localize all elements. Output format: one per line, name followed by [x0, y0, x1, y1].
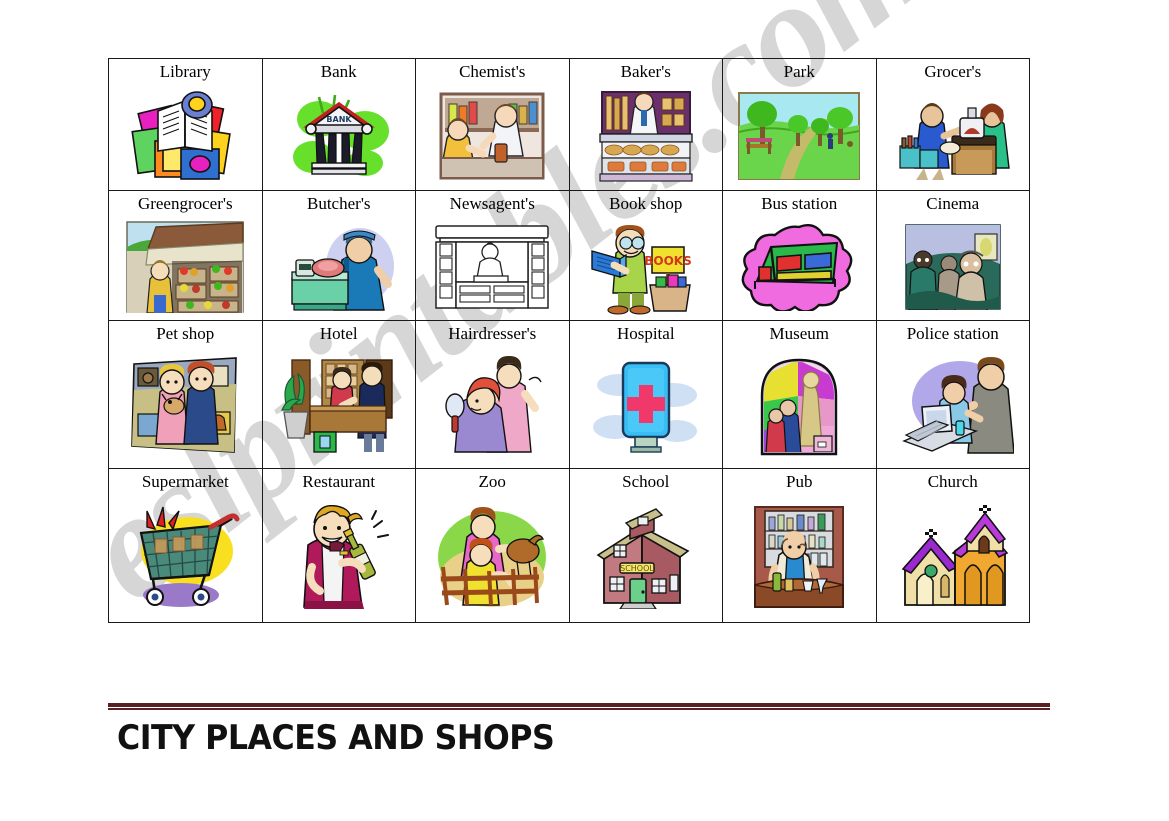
svg-text:SCHOOL: SCHOOL	[620, 564, 654, 573]
shopping-trolley-icon	[109, 493, 262, 622]
vocabulary-flashcard-table: Library Bank BANK Chemist's Baker's Park…	[108, 58, 1030, 623]
card-cell-museum[interactable]: Museum	[722, 320, 877, 469]
card-label: Book shop	[609, 194, 683, 213]
waiter-wine-bottle-icon	[263, 493, 416, 622]
card-cell-police-station[interactable]: Police station	[875, 320, 1030, 469]
vegetable-stall-icon	[109, 215, 262, 320]
card-label: Hotel	[319, 324, 358, 343]
card-label: Butcher's	[307, 194, 371, 213]
title-divider-rule	[108, 703, 1050, 710]
cinema-audience-icon	[877, 215, 1030, 320]
svg-text:BANK: BANK	[326, 115, 352, 124]
bakery-display-icon	[570, 83, 723, 190]
card-cell-supermarket[interactable]: Supermarket	[108, 468, 263, 623]
rule-thin-bar	[108, 708, 1050, 710]
card-cell-bakers[interactable]: Baker's	[568, 58, 723, 191]
hairdresser-mirror-icon	[416, 345, 569, 468]
card-label: Baker's	[620, 62, 671, 81]
worksheet-page: eslprintables.com Library Bank BANK Chem…	[0, 0, 1169, 821]
card-label: Bus station	[761, 194, 838, 213]
card-cell-book-shop[interactable]: Book shop BOOKS	[568, 190, 723, 321]
zoo-family-fence-icon	[416, 493, 569, 622]
card-cell-zoo[interactable]: Zoo	[415, 468, 570, 623]
hotel-reception-icon	[263, 345, 416, 468]
card-cell-hotel[interactable]: Hotel	[261, 320, 416, 469]
school-building-icon: SCHOOL	[570, 493, 723, 622]
table-row: Library Bank BANK Chemist's Baker's Park…	[108, 58, 1030, 191]
card-label: Grocer's	[924, 62, 982, 81]
svg-text:BOOKS: BOOKS	[644, 254, 692, 268]
newsstand-kiosk-icon	[416, 215, 569, 320]
barman-bar-icon	[723, 493, 876, 622]
table-row: Pet shop Hotel Hairdresser's Hospital Mu…	[108, 320, 1030, 469]
card-cell-library[interactable]: Library	[108, 58, 263, 191]
rule-thick-bar	[108, 703, 1050, 707]
card-cell-restaurant[interactable]: Restaurant	[261, 468, 416, 623]
card-label: Supermarket	[141, 472, 229, 491]
card-cell-grocers[interactable]: Grocer's	[875, 58, 1030, 191]
card-cell-pub[interactable]: Pub	[722, 468, 877, 623]
butcher-weighing-meat-icon	[263, 215, 416, 320]
card-label: Greengrocer's	[137, 194, 233, 213]
museum-archway-exhibit-icon	[723, 345, 876, 468]
card-cell-chemists[interactable]: Chemist's	[415, 58, 570, 191]
card-cell-butchers[interactable]: Butcher's	[261, 190, 416, 321]
church-building-icon	[877, 493, 1030, 622]
card-label: Bank	[320, 62, 357, 81]
card-cell-newsagents[interactable]: Newsagent's	[415, 190, 570, 321]
card-cell-bank[interactable]: Bank BANK	[261, 58, 416, 191]
card-label: Pet shop	[156, 324, 215, 343]
card-label: Restaurant	[302, 472, 376, 491]
hospital-cross-sign-icon	[570, 345, 723, 468]
police-desk-officer-icon	[877, 345, 1030, 468]
card-cell-bus-station[interactable]: Bus station	[722, 190, 877, 321]
pet-shop-couple-icon	[109, 345, 262, 468]
card-label: Chemist's	[459, 62, 526, 81]
bank-building-icon: BANK	[263, 83, 416, 190]
card-label: Library	[159, 62, 211, 81]
grocer-scales-icon	[877, 83, 1030, 190]
card-label: Church	[927, 472, 978, 491]
card-label: Zoo	[478, 472, 506, 491]
card-label: Museum	[769, 324, 830, 343]
boy-reading-book-icon: BOOKS	[570, 215, 723, 320]
card-label: Newsagent's	[449, 194, 535, 213]
card-cell-pet-shop[interactable]: Pet shop	[108, 320, 263, 469]
card-cell-greengrocers[interactable]: Greengrocer's	[108, 190, 263, 321]
park-path-trees-icon	[723, 83, 876, 190]
card-cell-cinema[interactable]: Cinema	[875, 190, 1030, 321]
table-row: Greengrocer's Butcher's Newsagent's Book…	[108, 190, 1030, 321]
card-label: Park	[783, 62, 815, 81]
card-label: Police station	[906, 324, 999, 343]
page-title: CITY PLACES AND SHOPS	[117, 718, 555, 758]
bus-shelter-icon	[723, 215, 876, 320]
card-cell-church[interactable]: Church	[875, 468, 1030, 623]
books-stack-icon	[109, 83, 262, 190]
card-label: School	[622, 472, 670, 491]
table-row: Supermarket Restaurant Zoo School SCHOOL…	[108, 468, 1030, 623]
card-label: Hospital	[616, 324, 675, 343]
card-cell-hairdressers[interactable]: Hairdresser's	[415, 320, 570, 469]
card-label: Pub	[786, 472, 813, 491]
pharmacist-counter-icon	[416, 83, 569, 190]
card-cell-park[interactable]: Park	[722, 58, 877, 191]
card-cell-school[interactable]: School SCHOOL	[568, 468, 723, 623]
card-label: Cinema	[926, 194, 980, 213]
card-cell-hospital[interactable]: Hospital	[568, 320, 723, 469]
card-label: Hairdresser's	[448, 324, 537, 343]
